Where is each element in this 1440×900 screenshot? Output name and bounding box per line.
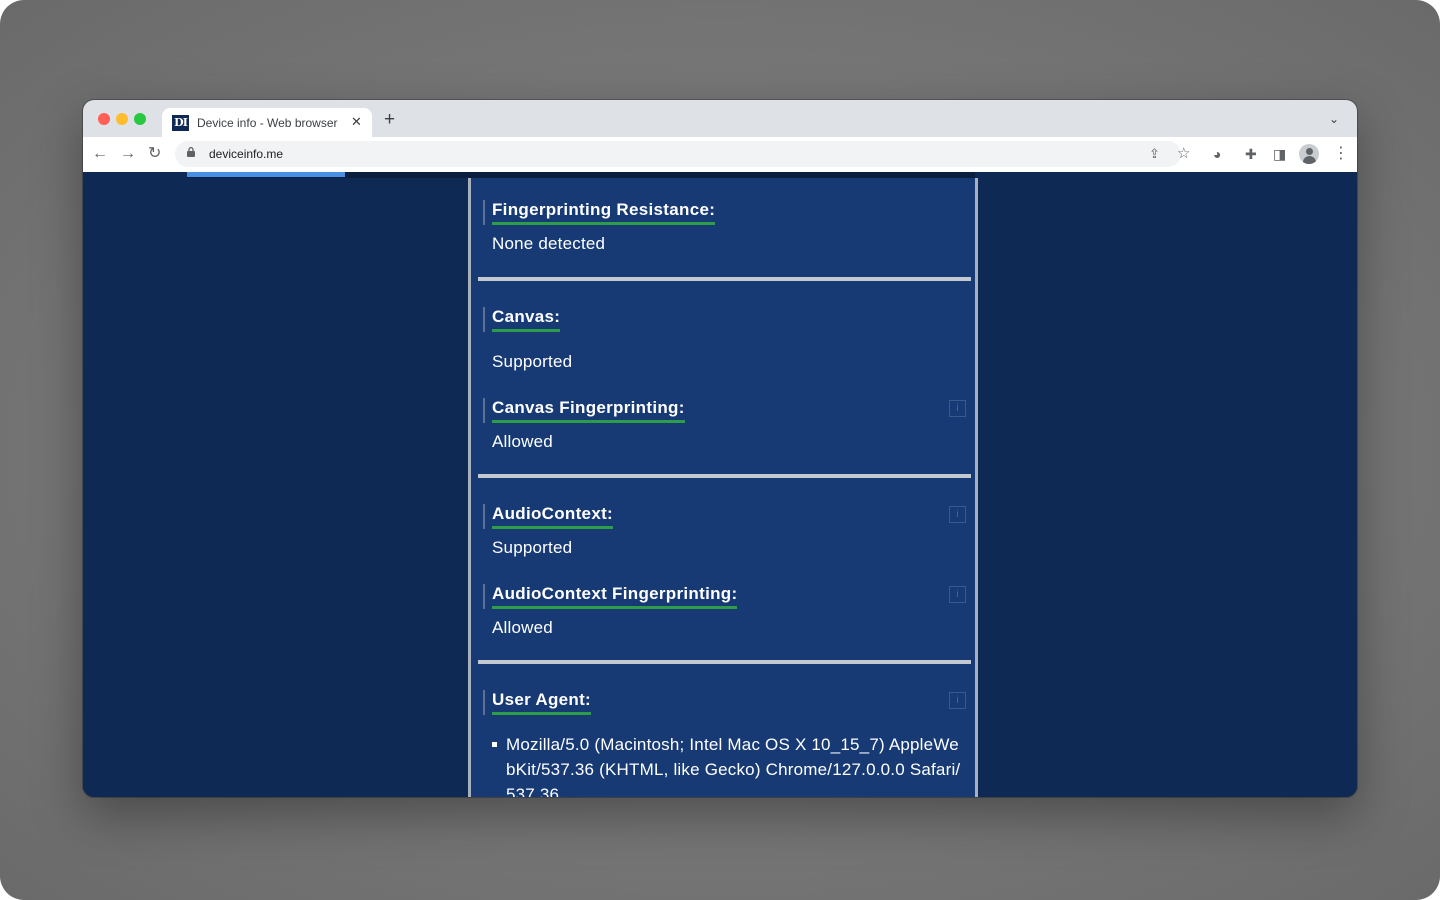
reload-button[interactable]: ↻ [148,145,161,163]
close-window-button[interactable] [98,113,110,125]
user-agent-value: Mozilla/5.0 (Macintosh; Intel Mac OS X 1… [506,735,961,797]
page-load-progress-fill [187,172,345,177]
tab-strip: DI Device info - Web browser ✕ + ⌄ [83,100,1357,137]
tab-device-info[interactable]: DI Device info - Web browser ✕ [162,108,372,137]
field-label: Fingerprinting Resistance: [483,200,716,225]
field-label: User Agent: [483,690,592,715]
minimize-window-button[interactable] [116,113,128,125]
url-text[interactable]: deviceinfo.me [209,147,283,161]
field-value: None detected [492,234,606,253]
field-label: Canvas Fingerprinting: [483,398,685,423]
info-icon[interactable]: i [949,692,966,709]
back-button[interactable]: ← [92,145,108,163]
lock-icon[interactable] [187,147,195,157]
info-icon[interactable]: i [949,586,966,603]
extensions-icon[interactable]: ✚ [1245,145,1257,163]
field-value: Allowed [492,618,553,637]
new-tab-button[interactable]: + [384,110,395,129]
desktop-background: DI Device info - Web browser ✕ + ⌄ ← → ↻… [0,0,1440,900]
cookie-icon[interactable]: ◕ [1213,145,1221,163]
info-icon[interactable]: i [949,506,966,523]
share-icon[interactable]: ⇪ [1149,146,1160,162]
browser-window: DI Device info - Web browser ✕ + ⌄ ← → ↻… [83,100,1357,797]
device-info-panel: Fingerprinting Resistance: None detected… [468,178,978,797]
bookmark-star-icon[interactable]: ☆ [1177,144,1190,162]
list-bullet [492,742,497,747]
site-favicon-icon: DI [172,115,189,131]
profile-avatar-icon[interactable] [1299,144,1319,164]
page-viewport[interactable]: Fingerprinting Resistance: None detected… [83,172,1357,797]
tab-search-chevron-icon[interactable]: ⌄ [1329,112,1339,126]
field-value: Supported [492,538,573,557]
info-icon[interactable]: i [949,400,966,417]
field-value: Supported [492,352,573,371]
address-bar[interactable]: deviceinfo.me ⇪ ☆ [175,141,1190,167]
section-divider [478,277,971,281]
field-value: Allowed [492,432,553,451]
forward-button[interactable]: → [120,145,136,163]
section-divider [478,474,971,478]
close-tab-icon[interactable]: ✕ [351,114,362,130]
field-label: AudioContext: [483,504,613,529]
side-panel-icon[interactable]: ◨ [1273,145,1286,163]
tab-title: Device info - Web browser [197,116,338,130]
more-menu-icon[interactable]: ⋮ [1333,145,1349,163]
field-label: Canvas: [483,307,561,332]
browser-toolbar: ← → ↻ deviceinfo.me ⇪ ☆ ◕ ✚ ◨ ⋮ [83,137,1357,173]
section-divider [478,660,971,664]
maximize-window-button[interactable] [134,113,146,125]
field-label: AudioContext Fingerprinting: [483,584,738,609]
